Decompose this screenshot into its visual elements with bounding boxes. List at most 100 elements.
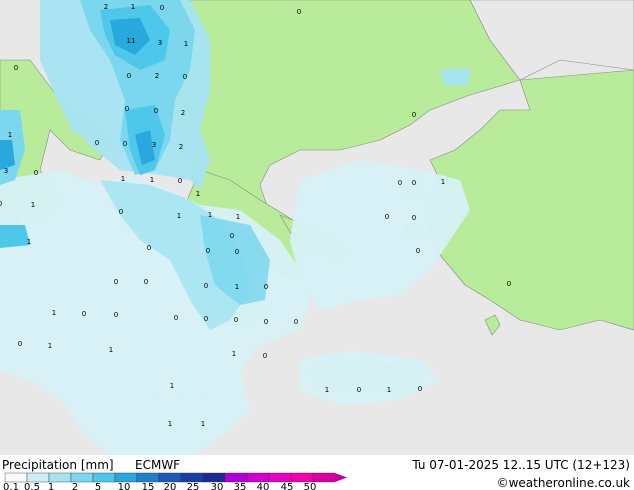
valid-time: Tu 07-01-2025 12..15 UTC (12+123): [411, 458, 630, 472]
precip-value-label: 0: [264, 318, 268, 326]
precip-value-label: 2: [155, 72, 159, 80]
precip-west-edge: [0, 225, 30, 248]
precip-value-label: 0: [160, 4, 164, 12]
precip-value-label: 0: [95, 139, 99, 147]
precip-value-label: 3: [4, 167, 8, 175]
precip-value-label: 0: [507, 280, 511, 288]
precip-value-label: 0: [234, 316, 238, 324]
precip-italy-patch: [70, 120, 90, 132]
precip-value-label: 0: [114, 278, 118, 286]
legend-title: Precipitation [mm]: [2, 458, 114, 472]
legend-color-swatch: [158, 472, 182, 483]
precip-value-label: 3: [152, 141, 156, 149]
precip-value-label: 0: [174, 314, 178, 322]
legend-color-swatch: [26, 472, 50, 483]
precip-value-label: 0: [14, 64, 18, 72]
precip-value-label: 3: [158, 39, 162, 47]
precip-value-label: 1: [150, 176, 154, 184]
precip-value-label: 2: [181, 109, 185, 117]
precip-value-label: 2: [104, 3, 108, 11]
precip-value-label: 1: [196, 190, 200, 198]
legend-tick-label: 0.1: [3, 482, 19, 490]
precip-value-label: 11: [127, 37, 136, 45]
legend-color-swatch: [114, 472, 138, 483]
precip-value-label: 0: [147, 244, 151, 252]
precip-value-label: 1: [208, 211, 212, 219]
legend-tick-label: 30: [211, 482, 224, 490]
legend-color-swatch: [4, 472, 28, 483]
precip-value-label: 0: [412, 214, 416, 222]
precip-value-label: 0: [418, 385, 422, 393]
precip-value-label: 0: [119, 208, 123, 216]
precip-value-label: 1: [8, 131, 12, 139]
credit-text: ©weatheronline.co.uk: [497, 476, 630, 490]
legend-tick-label: 1: [48, 482, 54, 490]
precip-value-label: 0: [416, 247, 420, 255]
legend-color-swatch: [224, 472, 248, 483]
legend-color-swatch: [70, 472, 94, 483]
precip-value-label: 0: [178, 177, 182, 185]
precip-value-label: 1: [325, 386, 329, 394]
precip-value-label: 0: [412, 179, 416, 187]
precip-value-label: 1: [48, 342, 52, 350]
legend-color-swatch: [180, 472, 204, 483]
precip-value-label: 0: [412, 111, 416, 119]
precip-value-label: 0: [398, 179, 402, 187]
precip-value-label: 1: [27, 238, 31, 246]
precip-value-label: 0: [144, 278, 148, 286]
legend-color-swatch: [246, 472, 270, 483]
precip-value-label: 1: [177, 212, 181, 220]
precip-value-label: 0: [0, 200, 2, 208]
legend-color-swatch: [92, 472, 116, 483]
legend-color-swatch: [136, 472, 160, 483]
legend-color-swatch: [202, 472, 226, 483]
model-name: ECMWF: [135, 458, 180, 472]
precip-value-label: 1: [31, 201, 35, 209]
legend-tick-label: 50: [304, 482, 317, 490]
precip-value-label: 1: [170, 382, 174, 390]
legend-color-swatch: [290, 472, 314, 483]
precip-value-label: 1: [52, 309, 56, 317]
legend-tick-label: 35: [234, 482, 247, 490]
precip-value-label: 0: [263, 352, 267, 360]
precip-value-label: 0: [154, 107, 158, 115]
legend-color-swatch: [48, 472, 72, 483]
precip-value-label: 0: [297, 8, 301, 16]
legend-tick-label: 45: [281, 482, 294, 490]
precip-value-label: 1: [201, 420, 205, 428]
precip-value-label: 0: [294, 318, 298, 326]
precip-value-label: 1: [441, 178, 445, 186]
precip-value-label: 1: [121, 175, 125, 183]
precip-value-label: 0: [114, 311, 118, 319]
precip-value-label: 0: [204, 282, 208, 290]
precip-value-label: 0: [82, 310, 86, 318]
legend-tick-label: 5: [95, 482, 101, 490]
legend-tick-label: 15: [142, 482, 155, 490]
precip-value-label: 1: [184, 40, 188, 48]
precip-value-label: 0: [127, 72, 131, 80]
precip-value-label: 1: [109, 346, 113, 354]
precip-turkey-patch: [440, 68, 470, 85]
precip-value-label: 1: [235, 283, 239, 291]
legend-tick-label: 40: [257, 482, 270, 490]
legend-color-swatch: [268, 472, 292, 483]
precip-value-label: 1: [168, 420, 172, 428]
precip-value-label: 1: [387, 386, 391, 394]
precip-value-label: 2: [179, 143, 183, 151]
precipitation-map: 2100113100200021003230011000101111110000…: [0, 0, 634, 490]
legend-tick-label: 0.5: [24, 482, 40, 490]
precip-value-label: 0: [206, 247, 210, 255]
legend-tick-label: 10: [118, 482, 131, 490]
precip-value-label: 1: [232, 350, 236, 358]
precip-value-label: 0: [34, 169, 38, 177]
legend-color-swatch: [312, 472, 336, 483]
precip-value-label: 0: [183, 73, 187, 81]
precip-value-label: 1: [131, 3, 135, 11]
precip-value-label: 0: [235, 248, 239, 256]
precip-value-label: 0: [385, 213, 389, 221]
legend-colorbar: [4, 472, 347, 483]
precip-value-label: 0: [204, 315, 208, 323]
legend-tick-label: 25: [187, 482, 200, 490]
precip-value-label: 0: [357, 386, 361, 394]
legend-tick-label: 2: [72, 482, 78, 490]
